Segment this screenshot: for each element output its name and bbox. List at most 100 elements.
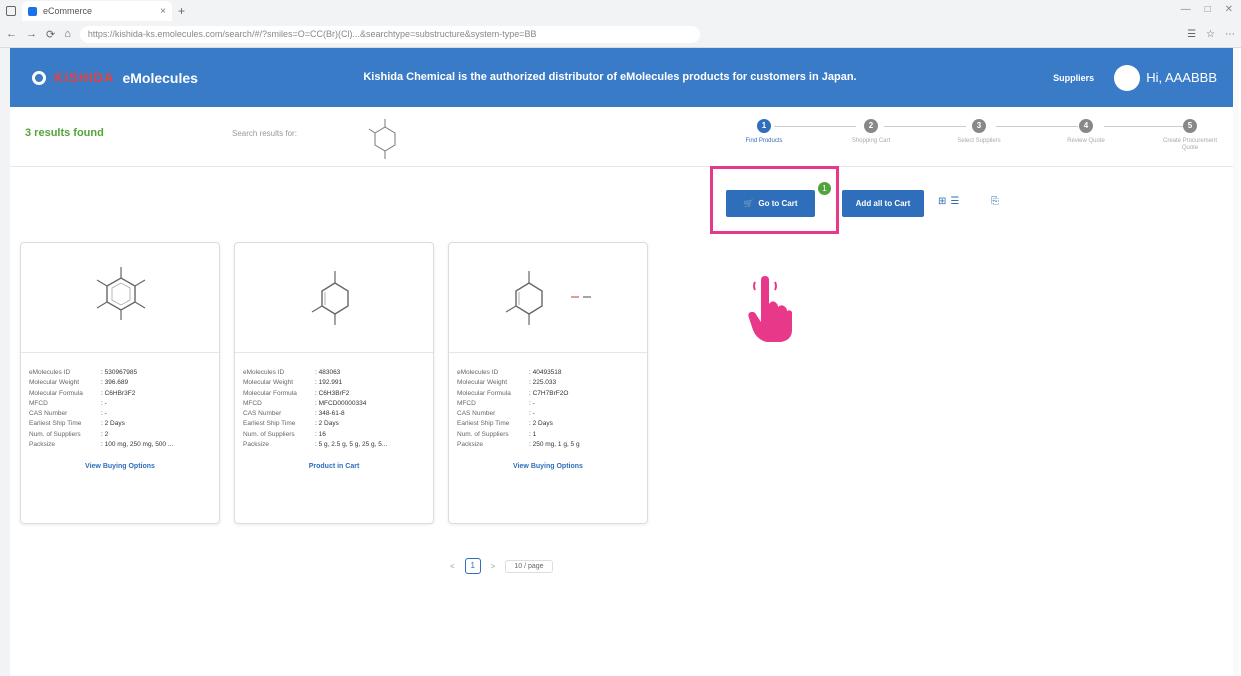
search-structure-image[interactable] [360,115,410,165]
info-row: Earliest Ship Time: 2 Days [29,419,211,429]
step-select-suppliers[interactable]: 3 Select Suppliers [944,119,1014,145]
user-greeting[interactable]: Hi, AAABBB [1146,70,1217,85]
address-row: ← → ⟳ ⌂ https://kishida-ks.emolecules.co… [0,22,1241,46]
info-row: CAS Number: - [29,409,211,419]
info-row: Molecular Formula: C6H3BrF2 [243,389,425,399]
close-window-icon[interactable]: ✕ [1225,4,1233,15]
step-find-products[interactable]: 1 Find Products [729,119,799,145]
info-key: Num. of Suppliers [243,430,295,438]
extensions-icon[interactable]: ☰ [1187,29,1196,40]
results-bar: 3 results found Search results for: 1 Fi… [10,107,1233,167]
info-value: : 348-61-8 [315,410,345,418]
info-key: Earliest Ship Time [29,420,82,428]
step-number: 3 [972,119,986,133]
suppliers-link[interactable]: Suppliers [1053,73,1094,83]
results-toolbar: 🛒 Go to Cart 1 Add all to Cart ⊞ ☰ ⎘ [710,166,1110,234]
back-icon[interactable]: ← [6,28,17,40]
step-review-quote[interactable]: 4 Review Quote [1051,119,1121,145]
prev-page-icon[interactable]: < [450,562,455,571]
structure-image[interactable] [449,243,647,353]
info-row: Molecular Formula: C6HBr3F2 [29,389,211,399]
cart-count-badge: 1 [818,182,831,195]
info-value: : C7H7BrF2O [529,389,569,397]
info-key: Packsize [29,441,56,449]
logo[interactable]: KISHIDA eMolecules [10,70,310,86]
info-value: : 396.689 [101,379,129,387]
logo-mark-icon [32,70,46,85]
info-row: Num. of Suppliers : 2 [29,430,211,440]
tab-close-icon[interactable]: × [160,6,166,17]
forward-icon[interactable]: → [26,28,37,40]
refresh-icon[interactable]: ⟳ [46,28,55,41]
info-row: MFCD: - [457,399,639,409]
info-value: : 2 [101,430,109,438]
browser-chrome: eCommerce × + — □ ✕ ← → ⟳ ⌂ https://kish… [0,0,1241,48]
add-all-to-cart-button[interactable]: Add all to Cart [842,190,924,217]
address-bar[interactable]: https://kishida-ks.emolecules.com/search… [79,25,700,43]
info-value: : 225.033 [529,379,557,387]
info-key: eMolecules ID [29,369,71,376]
info-value: : MFCD00000334 [315,399,367,407]
structure-image[interactable] [235,243,433,353]
page-size-select[interactable]: 10 / page [505,559,553,573]
info-key: eMolecules ID [457,369,499,376]
product-card[interactable]: eMolecules ID: 483063 Molecular Weight: … [234,242,434,524]
home-icon[interactable]: ⌂ [64,28,71,40]
product-card[interactable]: eMolecules ID: 530967985 Molecular Weigh… [20,242,220,524]
molecule-icon [96,267,146,320]
page: KISHIDA eMolecules Kishida Chemical is t… [10,48,1233,676]
product-card[interactable]: eMolecules ID: 40493518 Molecular Weight… [448,242,648,524]
step-number: 2 [864,119,878,133]
info-key: MFCD [243,399,262,407]
info-value: : 5 g, 2.5 g, 5 g, 25 g, 5... [315,441,388,449]
logo-product: eMolecules [122,69,198,86]
scrollbar[interactable] [1233,48,1239,676]
info-value: : 1 [529,430,537,438]
export-icon[interactable]: ⎘ [991,196,999,207]
info-value: : C6H3BrF2 [315,389,350,397]
info-row: Molecular Weight: 192.991 [243,378,425,388]
maximize-icon[interactable]: □ [1205,4,1211,15]
favorites-icon[interactable]: ☆ [1206,29,1215,40]
results-grid: eMolecules ID: 530967985 Molecular Weigh… [20,242,648,524]
info-row: eMolecules ID: 530967985 [29,368,211,378]
info-value: : 100 mg, 250 mg, 500 ... [101,441,174,449]
next-page-icon[interactable]: > [491,562,496,571]
info-key: Molecular Formula [29,389,83,397]
step-label: Find Products [745,138,783,144]
list-view-icon[interactable]: ☰ [950,196,959,207]
info-key: Num. of Suppliers [457,430,509,438]
info-row: eMolecules ID: 483063 [243,368,425,378]
info-key: Earliest Ship Time [243,420,296,428]
info-key: Molecular Formula [457,389,511,397]
avatar[interactable] [1114,64,1141,91]
product-info: eMolecules ID: 40493518 Molecular Weight… [449,353,647,473]
step-create-quote[interactable]: 5 Create Procurement Quote [1155,119,1225,152]
info-row: Num. of Suppliers : 1 [457,430,639,440]
more-icon[interactable]: ⋯ [1225,29,1235,40]
window-menu-icon[interactable] [6,6,16,16]
checkout-steps: 1 Find Products 2 Shopping Cart 3 Select… [724,119,1224,159]
info-value: : - [101,410,107,418]
new-tab-icon[interactable]: + [178,4,185,18]
step-number: 1 [757,119,771,133]
info-row: Earliest Ship Time: 2 Days [457,419,639,429]
structure-image[interactable] [21,243,219,353]
go-to-cart-button[interactable]: 🛒 Go to Cart [726,190,815,217]
info-key: CAS Number [457,410,496,418]
molecule-icon [505,271,591,325]
view-buying-options-link[interactable]: View Buying Options [457,462,639,472]
info-row: Packsize: 5 g, 2.5 g, 5 g, 25 g, 5... [243,440,425,450]
info-key: eMolecules ID [243,369,285,376]
go-to-cart-label: Go to Cart [758,199,798,208]
step-shopping-cart[interactable]: 2 Shopping Cart [836,119,906,145]
minimize-icon[interactable]: — [1181,4,1191,15]
product-in-cart-link[interactable]: Product in Cart [243,462,425,472]
info-value: : 16 [315,430,326,438]
view-buying-options-link[interactable]: View Buying Options [29,462,211,472]
grid-view-icon[interactable]: ⊞ [938,196,946,207]
info-row: CAS Number: 348-61-8 [243,409,425,419]
browser-tab[interactable]: eCommerce × [22,1,172,21]
info-key: Num. of Suppliers [29,430,81,438]
page-number-current[interactable]: 1 [464,558,481,574]
